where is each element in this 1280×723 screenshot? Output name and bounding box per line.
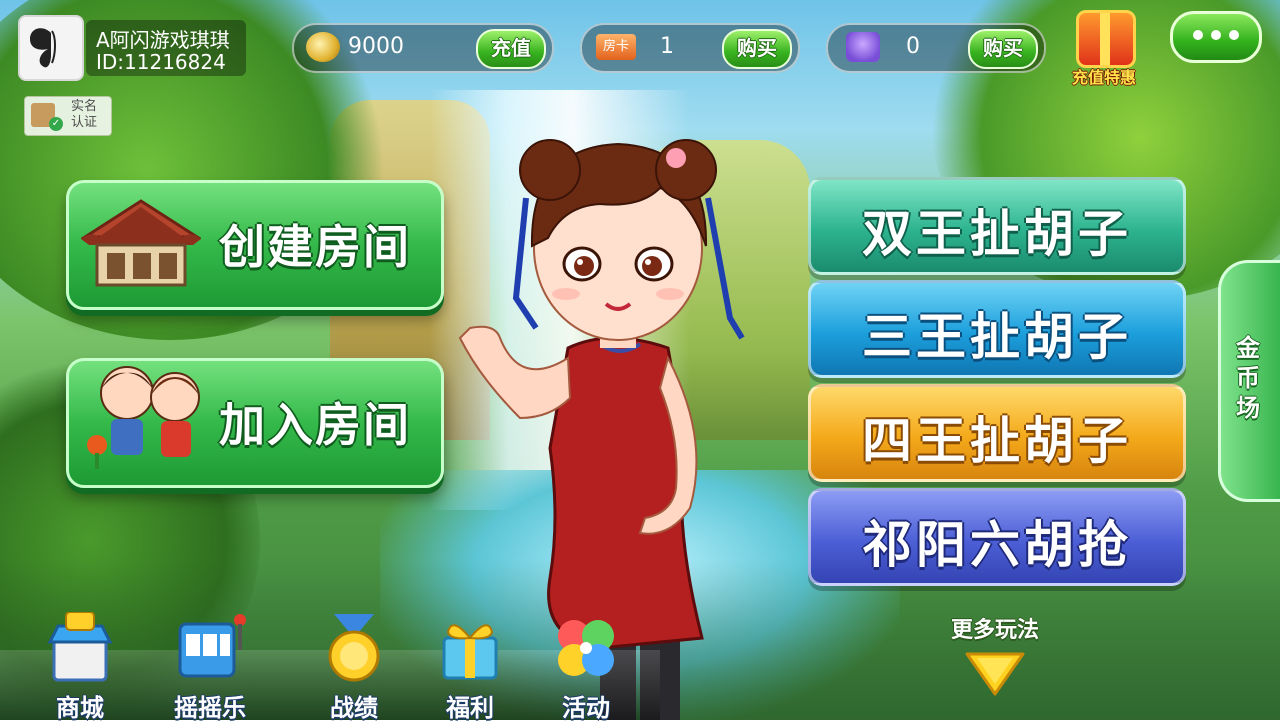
token-value: 0	[906, 34, 920, 59]
nav-slots[interactable]: 摇摇乐	[160, 612, 260, 722]
token-icon	[846, 32, 880, 62]
user-info: A阿闪游戏琪琪 ID:11216824	[86, 20, 246, 76]
medal-icon	[328, 614, 380, 682]
verify-label: 实名认证	[71, 99, 98, 130]
mode-siwang-button[interactable]: 四王扯胡子	[808, 384, 1186, 482]
token-balance: 0 购买	[826, 23, 1046, 73]
more-menu-button[interactable]	[1170, 11, 1262, 63]
nav-label: 活动	[562, 694, 610, 722]
join-room-label: 加入房间	[219, 398, 411, 452]
house-icon	[81, 199, 201, 287]
room-card-icon: 房卡	[596, 34, 636, 60]
create-room-button[interactable]: 创建房间	[66, 180, 444, 310]
nav-label: 摇摇乐	[174, 694, 246, 722]
mode-label: 四王扯胡子	[862, 412, 1132, 470]
clover-icon	[558, 620, 614, 676]
join-room-button[interactable]: 加入房间	[66, 358, 444, 488]
gold-balance: 9000 充值	[292, 23, 554, 73]
user-name: A阿闪游戏琪琪	[96, 28, 230, 52]
nav-welfare[interactable]: 福利	[420, 612, 520, 722]
shop-icon	[47, 612, 113, 682]
gift-box-icon	[1076, 10, 1136, 68]
mode-shuangwang-button[interactable]: 双王扯胡子	[808, 177, 1186, 275]
real-name-verify-button[interactable]: ✓ 实名认证	[24, 96, 112, 136]
gold-coin-icon	[306, 32, 340, 62]
nav-label: 商城	[56, 694, 104, 722]
mode-qiyang-button[interactable]: 祁阳六胡抢	[808, 488, 1186, 586]
promo-label: 充值特惠	[1071, 68, 1136, 87]
room-card-balance: 房卡 1 购买	[580, 23, 800, 73]
mode-label: 三王扯胡子	[862, 308, 1132, 366]
buy-token-button[interactable]: 购买	[968, 29, 1038, 69]
nav-label: 战绩	[330, 694, 378, 722]
check-icon: ✓	[49, 117, 63, 131]
slot-machine-icon	[178, 614, 246, 678]
nav-events[interactable]: 活动	[536, 612, 636, 722]
nav-records[interactable]: 战绩	[304, 612, 404, 722]
nav-shop[interactable]: 商城	[30, 612, 130, 722]
coin-field-label: 金币场	[1236, 334, 1260, 422]
buy-room-card-button[interactable]: 购买	[722, 29, 792, 69]
mode-sanwang-button[interactable]: 三王扯胡子	[808, 280, 1186, 378]
gold-value: 9000	[348, 34, 404, 59]
kids-icon	[87, 366, 200, 469]
chevron-down-icon	[965, 652, 1025, 696]
mode-label: 双王扯胡子	[862, 205, 1132, 263]
butterfly-icon	[30, 28, 56, 68]
recharge-button[interactable]: 充值	[476, 29, 546, 69]
room-card-value: 1	[660, 34, 674, 59]
more-modes-label: 更多玩法	[950, 618, 1039, 643]
recharge-promo-button[interactable]: 充值特惠	[1062, 8, 1146, 90]
create-room-label: 创建房间	[219, 220, 411, 274]
more-modes-button[interactable]: 更多玩法	[900, 612, 1090, 698]
avatar[interactable]	[18, 15, 84, 81]
nav-label: 福利	[446, 694, 494, 722]
user-id: ID:11216824	[96, 50, 226, 74]
gift-icon	[442, 624, 498, 680]
mode-label: 祁阳六胡抢	[862, 516, 1132, 574]
coin-field-tab[interactable]: 金币场	[1218, 260, 1280, 502]
